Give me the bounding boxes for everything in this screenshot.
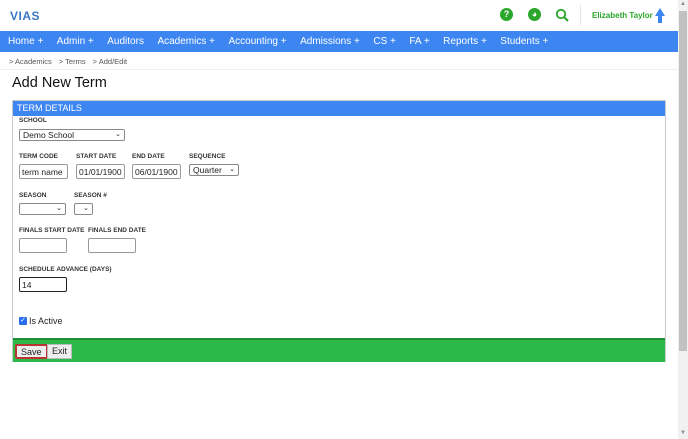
logo[interactable]: VIAS bbox=[10, 9, 40, 23]
main-nav: Home + Admin + Auditors Academics + Acco… bbox=[0, 31, 678, 52]
nav-auditors[interactable]: Auditors bbox=[107, 36, 144, 47]
vertical-scrollbar[interactable]: ▲ ▼ bbox=[678, 0, 688, 439]
chevron-down-icon: ⌄ bbox=[115, 131, 121, 138]
school-select[interactable]: Demo School ⌄ bbox=[19, 129, 125, 141]
season-label: SEASON bbox=[19, 192, 47, 199]
start-date-input[interactable]: 01/01/1900 bbox=[76, 164, 125, 179]
nav-admissions[interactable]: Admissions + bbox=[300, 36, 360, 47]
school-value: Demo School bbox=[23, 130, 75, 140]
nav-accounting[interactable]: Accounting + bbox=[228, 36, 286, 47]
sequence-label: SEQUENCE bbox=[189, 153, 226, 160]
exit-button[interactable]: Exit bbox=[47, 344, 73, 359]
globe-icon[interactable]: ◕ bbox=[528, 8, 541, 21]
search-icon[interactable] bbox=[555, 8, 569, 22]
season-number-label: SEASON # bbox=[74, 192, 107, 199]
finals-end-label: FINALS END DATE bbox=[88, 227, 147, 234]
chevron-down-icon: ⌄ bbox=[229, 166, 235, 173]
finals-start-input[interactable] bbox=[19, 238, 67, 253]
help-icon[interactable]: ? bbox=[500, 8, 513, 21]
end-date-label: END DATE bbox=[132, 153, 165, 160]
schedule-advance-input[interactable]: 14 bbox=[19, 277, 67, 292]
save-button[interactable]: Save bbox=[15, 344, 48, 359]
scrollbar-thumb[interactable] bbox=[679, 11, 687, 351]
chevron-down-icon: ⌄ bbox=[83, 205, 89, 212]
form-footer: Save Exit bbox=[13, 338, 665, 362]
breadcrumb-terms[interactable]: > Terms bbox=[59, 57, 86, 66]
user-name[interactable]: Elizabeth Taylor bbox=[592, 11, 653, 20]
finals-end-input[interactable] bbox=[88, 238, 136, 253]
chevron-down-icon: ⌄ bbox=[56, 205, 62, 212]
sequence-value: Quarter bbox=[193, 165, 222, 175]
term-details-panel: TERM DETAILS SCHOOL Demo School ⌄ TERM CO… bbox=[12, 100, 666, 362]
end-date-input[interactable]: 06/01/1900 bbox=[132, 164, 181, 179]
is-active-label: Is Active bbox=[29, 316, 63, 326]
breadcrumb-academics[interactable]: > Academics bbox=[9, 57, 52, 66]
term-code-input[interactable]: term name bbox=[19, 164, 68, 179]
breadcrumb-add-edit: > Add/Edit bbox=[92, 57, 128, 66]
page-title: Add New Term bbox=[12, 75, 107, 91]
nav-admin[interactable]: Admin + bbox=[57, 36, 94, 47]
nav-home[interactable]: Home + bbox=[8, 36, 43, 47]
nav-cs[interactable]: CS + bbox=[373, 36, 396, 47]
nav-fa[interactable]: FA + bbox=[409, 36, 429, 47]
scroll-up-icon[interactable]: ▲ bbox=[680, 1, 686, 7]
panel-title: TERM DETAILS bbox=[13, 101, 665, 116]
school-label: SCHOOL bbox=[19, 117, 47, 124]
is-active-checkbox[interactable]: ✓ bbox=[19, 317, 27, 325]
scroll-down-icon[interactable]: ▼ bbox=[680, 430, 686, 436]
divider bbox=[0, 69, 678, 70]
finals-start-label: FINALS START DATE bbox=[19, 227, 85, 234]
season-number-select[interactable]: ⌄ bbox=[74, 203, 93, 215]
term-code-label: TERM CODE bbox=[19, 153, 58, 160]
sequence-select[interactable]: Quarter ⌄ bbox=[189, 164, 239, 176]
nav-students[interactable]: Students + bbox=[500, 36, 548, 47]
top-header: VIAS ? ◕ Elizabeth Taylor bbox=[0, 0, 678, 31]
start-date-label: START DATE bbox=[76, 153, 117, 160]
breadcrumb: > Academics > Terms > Add/Edit bbox=[9, 57, 132, 66]
season-select[interactable]: ⌄ bbox=[19, 203, 66, 215]
nav-academics[interactable]: Academics + bbox=[157, 36, 215, 47]
arrow-up-icon[interactable] bbox=[654, 8, 666, 23]
nav-reports[interactable]: Reports + bbox=[443, 36, 487, 47]
divider bbox=[580, 5, 581, 25]
schedule-advance-label: SCHEDULE ADVANCE (DAYS) bbox=[19, 266, 112, 273]
